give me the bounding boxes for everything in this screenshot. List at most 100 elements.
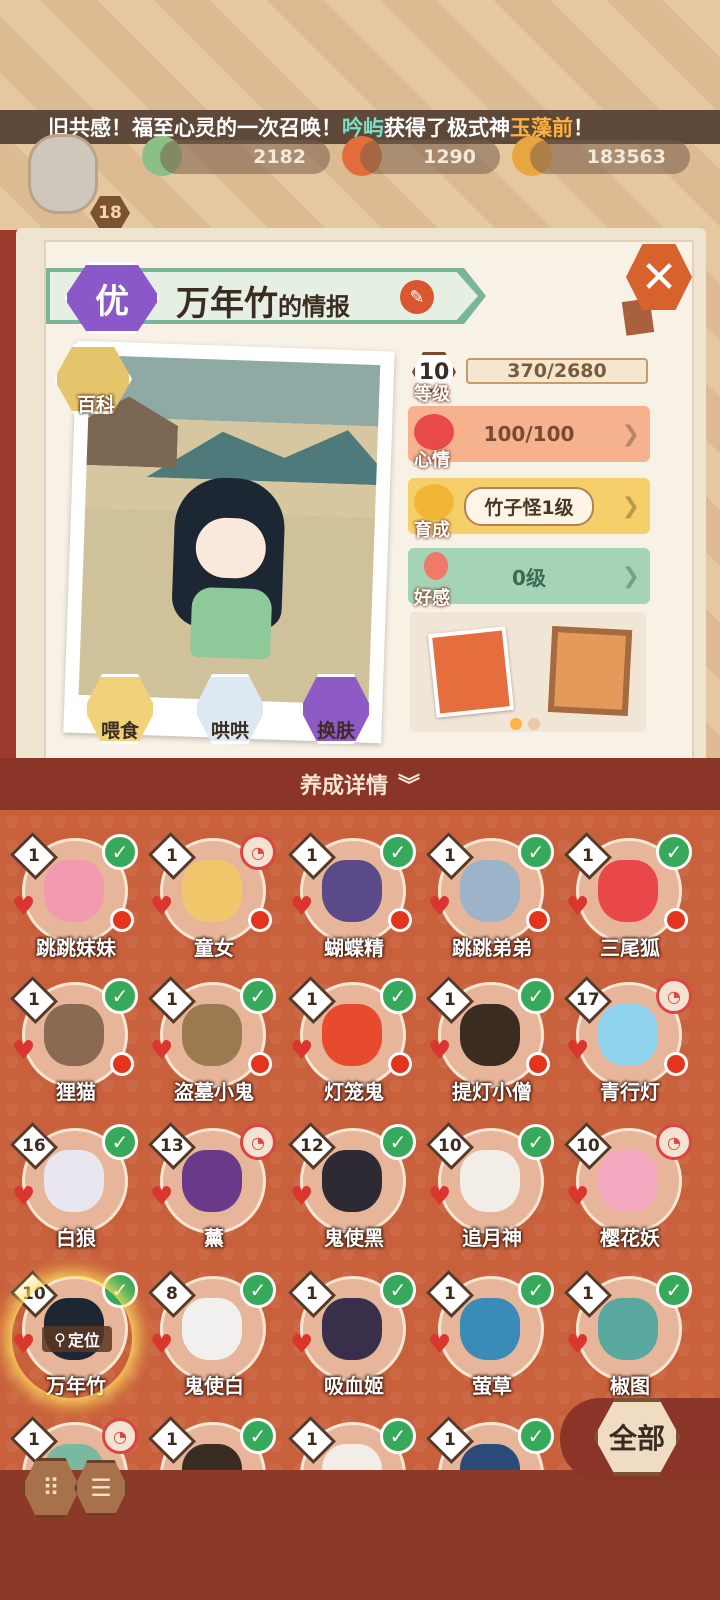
shikigami-cell[interactable]: 1 ✓ ♥ 狸猫 <box>9 970 140 1108</box>
shikigami-cell[interactable]: 1 ✓ ♥ 跳跳弟弟 <box>425 826 556 964</box>
shikigami-cell[interactable]: 16 ✓ ♥ 白狼 <box>9 1116 140 1254</box>
shikigami-name: 鬼使白 <box>184 1374 244 1398</box>
notification-dot <box>110 908 134 932</box>
title-suffix: 的情报 <box>278 293 350 321</box>
raise-label: 育成 <box>414 520 450 541</box>
feed-label: 喂食 <box>100 720 139 742</box>
shikigami-name: 吸血姬 <box>324 1374 384 1398</box>
shikigami-name: 萤草 <box>472 1374 512 1398</box>
notification-dot <box>110 1052 134 1076</box>
notification-dot <box>248 908 272 932</box>
level-value: 1 <box>582 1284 594 1304</box>
heart-icon: ♥ <box>150 892 174 922</box>
shikigami-avatar <box>44 1150 104 1212</box>
shikigami-cell[interactable]: 1 ✓ ♥ 灯笼鬼 <box>287 970 418 1108</box>
heart-icon: ♥ <box>150 1036 174 1066</box>
shikigami-avatar <box>460 860 520 922</box>
shikigami-cell[interactable]: 13 ◔ ♥ 薰 <box>147 1116 278 1254</box>
check-icon: ✓ <box>240 1272 276 1308</box>
ticker-text-c: ！ <box>573 116 594 140</box>
edit-button[interactable]: ✎ <box>400 280 434 314</box>
notification-dot <box>526 1052 550 1076</box>
favor-label: 好感 <box>414 588 450 609</box>
shikigami-name: 樱花妖 <box>600 1226 660 1250</box>
shikigami-cell[interactable]: 1 ✓ ♥ 吸血姬 <box>287 1264 418 1402</box>
ticker-text-b: 获得了极式神 <box>384 116 510 140</box>
level-value: 1 <box>306 1284 318 1304</box>
notification-dot <box>664 908 688 932</box>
check-icon: ✓ <box>380 834 416 870</box>
player-avatar[interactable] <box>28 134 98 214</box>
skin-label: 换肤 <box>316 720 355 742</box>
heart-icon: ♥ <box>150 1330 174 1360</box>
mystery-card-1[interactable] <box>427 626 515 718</box>
shikigami-cell[interactable]: 10 ◔ ♥ 樱花妖 <box>563 1116 694 1254</box>
level-value: 1 <box>444 990 456 1010</box>
level-value: 1 <box>306 846 318 866</box>
shikigami-name: 青行灯 <box>600 1080 660 1104</box>
pin-icon: ⚲ <box>54 1329 66 1349</box>
detail-toggle[interactable]: 养成详情 ︾ <box>0 758 720 810</box>
shikigami-avatar <box>182 1004 242 1066</box>
shikigami-cell[interactable]: 10 ✓ ♥ 追月神 <box>425 1116 556 1254</box>
level-label: 等级 <box>414 384 450 405</box>
shikigami-cell[interactable]: 1 ✓ ♥ 蝴蝶精 <box>287 826 418 964</box>
shikigami-cell[interactable]: 1 ✓ ♥ 盗墓小鬼 <box>147 970 278 1108</box>
shikigami-avatar <box>182 860 242 922</box>
level-value: 10 <box>576 1135 600 1156</box>
shikigami-name: 盗墓小鬼 <box>174 1080 254 1104</box>
shikigami-cell[interactable]: 8 ✓ ♥ 鬼使白 <box>147 1264 278 1402</box>
petal-icon <box>424 552 448 580</box>
shikigami-cell[interactable]: 17 ◔ ♥ 青行灯 <box>563 970 694 1108</box>
shikigami-name: 蝴蝶精 <box>324 936 384 960</box>
shikigami-cell[interactable]: 1 ✓ ♥ 萤草 <box>425 1264 556 1402</box>
notification-dot <box>388 1052 412 1076</box>
shikigami-avatar <box>182 1298 242 1360</box>
shikigami-name: 万年竹 <box>176 284 278 324</box>
shikigami-portrait[interactable] <box>170 476 297 670</box>
level-value: 12 <box>300 1135 324 1156</box>
level-value: 1 <box>444 1284 456 1304</box>
mystery-card-2[interactable] <box>547 625 633 717</box>
shikigami-cell[interactable]: 1 ✓ ♥ 跳跳妹妹 <box>9 826 140 964</box>
locked-icon: ◔ <box>656 1124 692 1160</box>
shikigami-name: 椒图 <box>610 1374 650 1398</box>
check-icon: ✓ <box>656 834 692 870</box>
page-dots <box>510 718 540 730</box>
level-value: 1 <box>28 990 40 1010</box>
check-icon: ✓ <box>380 1124 416 1160</box>
check-icon: ✓ <box>380 978 416 1014</box>
shikigami-cell[interactable]: 12 ✓ ♥ 鬼使黑 <box>287 1116 418 1254</box>
notification-dot <box>388 908 412 932</box>
level-value: 1 <box>166 1430 178 1450</box>
shikigami-cell[interactable]: 1 ✓ ♥ 提灯小僧 <box>425 970 556 1108</box>
player-level-badge: 18 <box>90 196 130 230</box>
level-value: 1 <box>444 1430 456 1450</box>
shikigami-cell[interactable]: 1 ✓ ♥ 三尾狐 <box>563 826 694 964</box>
heart-icon: ♥ <box>566 1330 590 1360</box>
level-value: 1 <box>166 990 178 1010</box>
chevron-right-icon: ❯ <box>621 493 640 519</box>
heart-icon: ♥ <box>290 892 314 922</box>
shikigami-name: 童女 <box>194 936 234 960</box>
shikigami-name: 提灯小僧 <box>452 1080 532 1104</box>
locked-icon: ◔ <box>240 1124 276 1160</box>
check-icon: ✓ <box>656 1272 692 1308</box>
ticker-text-a: 旧共感！福至心灵的一次召唤！ <box>48 116 342 140</box>
shikigami-avatar <box>182 1150 242 1212</box>
check-icon: ✓ <box>102 1124 138 1160</box>
shikigami-avatar <box>322 1150 382 1212</box>
shikigami-avatar <box>598 860 658 922</box>
check-icon: ✓ <box>518 1124 554 1160</box>
locate-badge[interactable]: ⚲ 定位 <box>42 1326 112 1352</box>
shikigami-cell[interactable]: 1 ◔ ♥ 童女 <box>147 826 278 964</box>
heart-icon: ♥ <box>290 1036 314 1066</box>
level-value: 17 <box>576 989 600 1010</box>
notification-dot <box>664 1052 688 1076</box>
shikigami-avatar <box>460 1004 520 1066</box>
level-value: 10 <box>438 1135 462 1156</box>
heart-icon: ♥ <box>12 1036 36 1066</box>
shikigami-cell[interactable]: 1 ✓ ♥ 椒图 <box>563 1264 694 1402</box>
chevron-right-icon: ❯ <box>621 563 640 589</box>
locked-icon: ◔ <box>240 834 276 870</box>
